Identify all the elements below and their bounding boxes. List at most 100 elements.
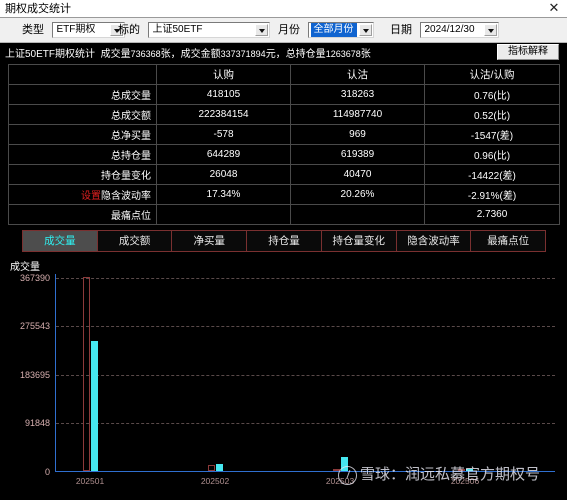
row-label-iv: 设置隐含波动率 [8, 184, 157, 205]
chevron-down-icon[interactable] [484, 24, 498, 36]
x-axis-tick-label: 202501 [75, 476, 105, 486]
type-filter: 类型 ETF期权 [22, 22, 126, 39]
indicator-explanation-button[interactable]: 指标解释 [497, 44, 559, 60]
tab-max-pain[interactable]: 最痛点位 [471, 231, 546, 251]
summary-amount-label: 成交金额 [180, 49, 221, 60]
table-row: 持仓量变化 26048 40470 -14422(差) [8, 164, 560, 185]
row-call-value: 644289 [156, 144, 291, 165]
month-filter: 月份 全部月份 [278, 22, 375, 39]
table-row: 设置隐含波动率 17.34% 20.26% -2.91%(差) [8, 184, 560, 205]
y-axis-tick-label: 275543 [19, 321, 50, 332]
date-label: 日期 [390, 24, 412, 36]
summary-volume-unit: 张， [160, 49, 181, 60]
chart-y-axis-title: 成交量 [10, 262, 40, 273]
row-call-value [156, 204, 291, 225]
row-call-value: 222384154 [156, 104, 291, 125]
chart-plot-area: 0 91848 183695 275543 367390 202501 202502 2025… [20, 273, 555, 486]
row-call-value: -578 [156, 124, 291, 145]
chevron-down-icon[interactable] [255, 24, 269, 36]
row-ratio-value: -2.91%(差) [424, 184, 560, 205]
row-ratio-value: 0.96(比) [424, 144, 560, 165]
table-header-row: 认购 认沽 认沽/认购 [8, 64, 560, 85]
chevron-down-icon[interactable] [359, 24, 373, 36]
summary-volume-value: 736368 [130, 49, 161, 59]
statistics-table: 认购 认沽 认沽/认购 总成交量 418105 318263 0.76(比) 总… [8, 64, 560, 225]
underlying-filter: 标的 上证50ETF [118, 22, 271, 39]
row-put-value: 114987740 [290, 104, 425, 125]
x-axis-tick-label: 202502 [200, 476, 230, 486]
tab-net-buy[interactable]: 净买量 [172, 231, 248, 251]
row-put-value: 619389 [290, 144, 425, 165]
row-put-value: 969 [290, 124, 425, 145]
chart-bar-call [333, 468, 340, 471]
y-axis-tick-label: 91848 [24, 418, 50, 429]
table-row: 总成交额 222384154 114987740 0.52(比) [8, 104, 560, 125]
x-axis-tick-label: 202506 [450, 476, 480, 486]
row-ratio-value: 0.76(比) [424, 84, 560, 105]
chart-bar-call [83, 277, 90, 471]
date-filter: 日期 2024/12/30 [390, 22, 500, 39]
summary-line: 上证50ETF期权统计 成交量736368张，成交金额337371894元，总持… [5, 48, 371, 61]
date-select[interactable]: 2024/12/30 [420, 22, 500, 38]
type-select-value: ETF期权 [56, 24, 96, 35]
month-label: 月份 [278, 24, 300, 36]
y-axis-line [55, 274, 56, 472]
row-label: 总成交额 [8, 104, 157, 125]
row-call-value: 26048 [156, 164, 291, 185]
chart-bar-put [91, 340, 98, 471]
type-label: 类型 [22, 24, 44, 36]
underlying-select-value: 上证50ETF [152, 24, 203, 35]
row-call-value: 17.34% [156, 184, 291, 205]
row-label: 持仓量变化 [8, 164, 157, 185]
row-put-value: 40470 [290, 164, 425, 185]
row-label: 总成交量 [8, 84, 157, 105]
row-ratio-value: 2.7360 [424, 204, 560, 225]
chart-bar-put [466, 469, 473, 471]
tab-oi-change[interactable]: 持仓量变化 [321, 231, 397, 251]
filter-toolbar: 类型 ETF期权 标的 上证50ETF 月份 全部月份 日期 2024/12/3… [0, 18, 567, 43]
row-label: 总持仓量 [8, 144, 157, 165]
x-axis-tick-label: 202503 [325, 476, 355, 486]
table-row: 总成交量 418105 318263 0.76(比) [8, 84, 560, 105]
row-ratio-value: -14422(差) [424, 164, 560, 185]
tab-turnover[interactable]: 成交额 [97, 231, 173, 251]
table-row: 总持仓量 644289 619389 0.96(比) [8, 144, 560, 165]
grid-line [56, 423, 555, 425]
summary-oi-label: 总持仓量 [285, 49, 326, 60]
tab-open-interest[interactable]: 持仓量 [247, 231, 322, 251]
grid-line [56, 326, 555, 328]
summary-oi-value: 1263678 [325, 49, 361, 59]
tab-volume[interactable]: 成交量 [23, 231, 98, 251]
row-label: 最痛点位 [8, 204, 157, 225]
y-axis-tick-label: 367390 [19, 273, 50, 283]
row-put-value [290, 204, 425, 225]
close-icon[interactable]: ✕ [547, 1, 561, 15]
table-header-ratio: 认沽/认购 [424, 64, 560, 85]
date-select-value: 2024/12/30 [424, 24, 475, 35]
chart-tab-bar: 成交量 成交额 净买量 持仓量 持仓量变化 隐含波动率 最痛点位 [22, 230, 546, 252]
volume-bar-chart: 成交量 0 91848 183695 275543 367390 202501 202502… [0, 256, 567, 500]
underlying-label: 标的 [118, 24, 140, 36]
chart-bar-put [216, 463, 223, 471]
row-ratio-value: -1547(差) [424, 124, 560, 145]
tab-implied-vol[interactable]: 隐含波动率 [396, 231, 472, 251]
type-select[interactable]: ETF期权 [52, 22, 126, 38]
summary-volume-label: 成交量 [100, 49, 131, 60]
table-header-call: 认购 [156, 64, 291, 85]
summary-oi-unit: 张 [360, 49, 371, 60]
month-select-value: 全部月份 [311, 23, 358, 37]
row-put-value: 318263 [290, 84, 425, 105]
underlying-select[interactable]: 上证50ETF [148, 22, 271, 38]
row-put-value: 20.26% [290, 184, 425, 205]
table-row: 最痛点位 2.7360 [8, 204, 560, 225]
iv-settings-link[interactable]: 设置 [81, 191, 101, 202]
grid-line [56, 278, 555, 279]
row-call-value: 418105 [156, 84, 291, 105]
table-header-blank [8, 64, 157, 85]
title-bar: 期权成交统计 ✕ [0, 0, 567, 18]
option-volume-statistics-window: 期权成交统计 ✕ 类型 ETF期权 标的 上证50ETF 月份 全部月份 日期 … [0, 0, 567, 500]
chart-bar-call [458, 469, 465, 471]
month-select[interactable]: 全部月份 [308, 22, 375, 38]
summary-amount-unit: 元， [265, 49, 286, 60]
row-label: 隐含波动率 [101, 191, 151, 202]
